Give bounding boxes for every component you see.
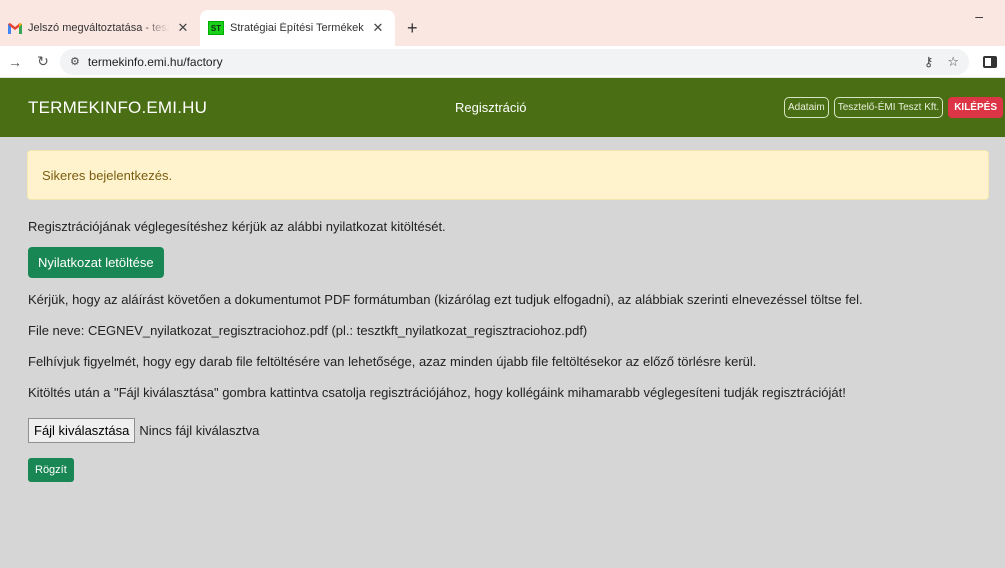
header-actions: Adataim Tesztelő-ÉMI Teszt Kft. KILÉPÉS: [784, 97, 1003, 118]
new-tab-button[interactable]: +: [395, 10, 430, 46]
key-icon[interactable]: ⚷: [924, 54, 934, 70]
site-header: TERMEKINFO.EMI.HU Regisztráció Adataim T…: [0, 78, 1005, 137]
file-input: Fájl kiválasztása Nincs fájl kiválasztva: [28, 418, 977, 443]
browser-tab-strip: Jelszó megváltoztatása - tesztkft ✕ ST S…: [0, 0, 1005, 46]
success-alert: Sikeres bejelentkezés.: [27, 150, 989, 200]
profile-button[interactable]: Adataim: [784, 97, 829, 118]
gmail-icon: [8, 22, 22, 34]
site-settings-icon[interactable]: ⚙: [70, 55, 80, 68]
intro-text: Regisztrációjának véglegesítéshez kérjük…: [28, 219, 446, 234]
download-declaration-button[interactable]: Nyilatkozat letöltése: [28, 247, 164, 278]
logout-button[interactable]: KILÉPÉS: [948, 97, 1003, 118]
choose-file-button[interactable]: Fájl kiválasztása: [28, 418, 136, 443]
reload-icon[interactable]: ↻: [32, 53, 54, 70]
attach-note: Kitöltés után a "Fájl kiválasztása" gomb…: [28, 385, 846, 400]
site-brand[interactable]: TERMEKINFO.EMI.HU: [28, 98, 207, 118]
file-status: Nincs fájl kiválasztva: [139, 423, 260, 438]
submit-button[interactable]: Rögzít: [28, 458, 74, 482]
st-favicon-icon: ST: [208, 21, 224, 35]
tab-strategic-products[interactable]: ST Stratégiai Építési Termékek ✕: [200, 10, 395, 46]
filename-hint: File neve: CEGNEV_nyilatkozat_regisztrac…: [28, 323, 588, 338]
address-bar[interactable]: ⚙ termekinfo.emi.hu/factory ⚷ ☆: [60, 48, 969, 75]
main-content: Sikeres bejelentkezés. Regisztrációjának…: [0, 137, 1005, 482]
nav-registration[interactable]: Regisztráció: [455, 100, 527, 115]
tab-title: Jelszó megváltoztatása - tesztkft: [28, 22, 170, 34]
company-button[interactable]: Tesztelő-ÉMI Teszt Kft.: [833, 97, 944, 118]
close-icon[interactable]: ✕: [176, 20, 190, 36]
close-icon[interactable]: ✕: [371, 20, 385, 36]
tab-title: Stratégiai Építési Termékek: [230, 22, 364, 34]
side-panel-icon[interactable]: [983, 55, 997, 68]
minimize-button[interactable]: –: [975, 8, 983, 24]
star-icon[interactable]: ☆: [947, 54, 959, 70]
browser-toolbar: → ↻ ⚙ termekinfo.emi.hu/factory ⚷ ☆: [0, 46, 1005, 78]
single-file-note: Felhívjuk figyelmét, hogy egy darab file…: [28, 354, 757, 369]
url-text: termekinfo.emi.hu/factory: [87, 54, 223, 69]
forward-icon[interactable]: →: [4, 54, 26, 70]
instruction-text: Kérjük, hogy az aláírást követően a doku…: [28, 292, 863, 307]
tab-gmail[interactable]: Jelszó megváltoztatása - tesztkft ✕: [0, 10, 200, 46]
